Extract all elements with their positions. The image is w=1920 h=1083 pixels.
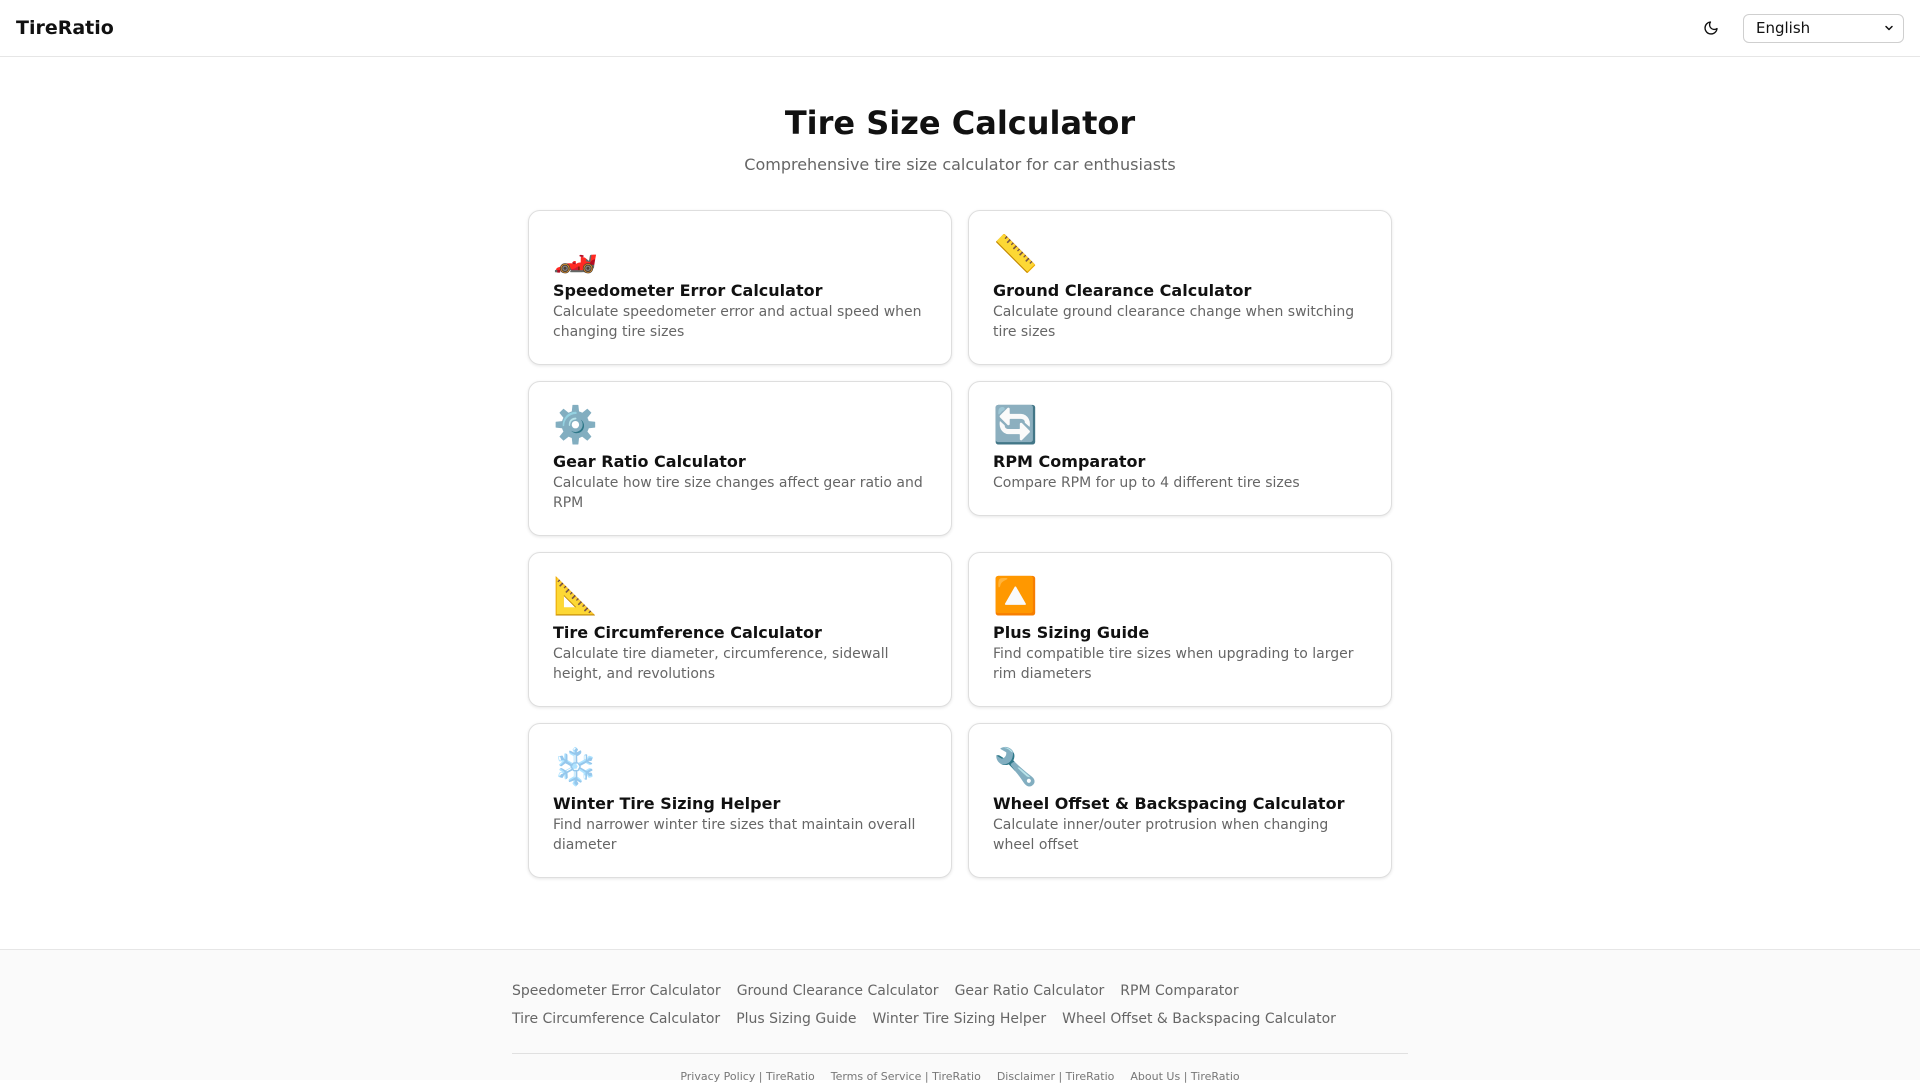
footer-link-rpm-comparator[interactable]: RPM Comparator [1120,982,1238,1001]
footer-link-tire-circumference[interactable]: Tire Circumference Calculator [512,1010,720,1029]
card-tire-circumference-calculator[interactable]: 📐 Tire Circumference Calculator Calculat… [528,552,952,707]
up-arrow-icon: 🔼 [993,576,1038,617]
card-title: Plus Sizing Guide [993,623,1150,642]
ruler-icon: 📏 [993,234,1038,275]
footer-link-winter-tire[interactable]: Winter Tire Sizing Helper [872,1010,1046,1029]
theme-toggle-button[interactable] [1693,10,1729,46]
footer-link-wheel-offset[interactable]: Wheel Offset & Backspacing Calculator [1062,1010,1336,1029]
race-car-icon: 🏎️ [553,234,598,275]
card-speedometer-error-calculator[interactable]: 🏎️ Speedometer Error Calculator Calculat… [528,210,952,365]
page-subtitle: Comprehensive tire size calculator for c… [744,155,1176,174]
card-description: Calculate speedometer error and actual s… [553,304,922,340]
refresh-arrows-icon: 🔄 [993,405,1038,446]
chevron-down-icon [1885,25,1893,31]
card-title: Gear Ratio Calculator [553,452,746,471]
card-title: Speedometer Error Calculator [553,281,823,300]
footer-link-plus-sizing[interactable]: Plus Sizing Guide [736,1010,856,1029]
card-wheel-offset-backspacing-calculator[interactable]: 🔧 Wheel Offset & Backspacing Calculator … [968,723,1392,878]
card-description: Calculate how tire size changes affect g… [553,475,923,511]
card-ground-clearance-calculator[interactable]: 📏 Ground Clearance Calculator Calculate … [968,210,1392,365]
card-title: Tire Circumference Calculator [553,623,822,642]
triangle-ruler-icon: 📐 [553,576,598,617]
wrench-icon: 🔧 [993,747,1038,788]
gear-icon: ⚙️ [553,405,598,446]
footer-links-row-1: Speedometer Error Calculator Ground Clea… [512,982,1408,1001]
footer-link-gear-ratio[interactable]: Gear Ratio Calculator [955,982,1105,1001]
footer-link-speedometer-error[interactable]: Speedometer Error Calculator [512,982,721,1001]
page-footer: Speedometer Error Calculator Ground Clea… [0,949,1920,1083]
card-title: Ground Clearance Calculator [993,281,1252,300]
language-select[interactable]: English [1743,13,1904,43]
calculator-grid: 🏎️ Speedometer Error Calculator Calculat… [528,210,1392,878]
footer-inner: Speedometer Error Calculator Ground Clea… [512,950,1408,1083]
footer-divider [512,1053,1408,1054]
snowflake-icon: ❄️ [553,747,598,788]
card-description: Calculate inner/outer protrusion when ch… [993,817,1329,853]
terms-of-service-link[interactable]: Terms of Service | TireRatio [831,1070,981,1083]
brand-logo[interactable]: TireRatio [16,17,114,39]
card-description: Calculate ground clearance change when s… [993,304,1355,340]
footer-link-ground-clearance[interactable]: Ground Clearance Calculator [737,982,939,1001]
footer-legal-links: Privacy Policy | TireRatio Terms of Serv… [512,1070,1408,1083]
card-title: RPM Comparator [993,452,1146,471]
page-title: Tire Size Calculator [784,104,1136,142]
card-rpm-comparator[interactable]: 🔄 RPM Comparator Compare RPM for up to 4… [968,381,1392,516]
main-content: Tire Size Calculator Comprehensive tire … [0,57,1920,878]
about-us-link[interactable]: About Us | TireRatio [1130,1070,1239,1083]
header-controls: English [1693,10,1904,46]
card-description: Compare RPM for up to 4 different tire s… [993,475,1300,491]
card-title: Winter Tire Sizing Helper [553,794,781,813]
disclaimer-link[interactable]: Disclaimer | TireRatio [997,1070,1115,1083]
card-title: Wheel Offset & Backspacing Calculator [993,794,1345,813]
moon-icon [1704,21,1718,35]
card-plus-sizing-guide[interactable]: 🔼 Plus Sizing Guide Find compatible tire… [968,552,1392,707]
card-gear-ratio-calculator[interactable]: ⚙️ Gear Ratio Calculator Calculate how t… [528,381,952,536]
card-winter-tire-sizing-helper[interactable]: ❄️ Winter Tire Sizing Helper Find narrow… [528,723,952,878]
card-description: Calculate tire diameter, circumference, … [553,646,889,682]
privacy-policy-link[interactable]: Privacy Policy | TireRatio [680,1070,814,1083]
card-description: Find compatible tire sizes when upgradin… [993,646,1354,682]
card-description: Find narrower winter tire sizes that mai… [553,817,916,853]
top-header: TireRatio English [0,0,1920,57]
footer-links-row-2: Tire Circumference Calculator Plus Sizin… [512,1010,1408,1029]
language-selected-value: English [1756,19,1811,37]
